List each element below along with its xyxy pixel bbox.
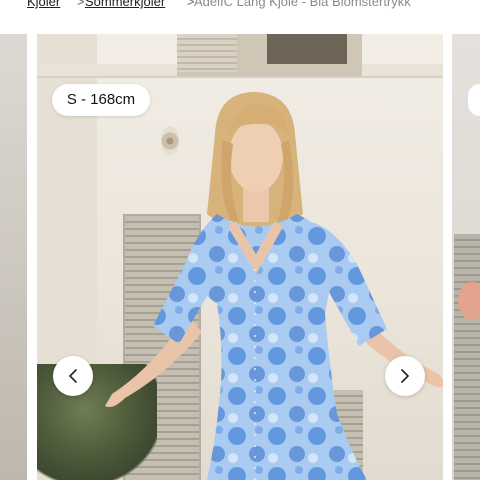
chevron-left-icon [69,369,77,383]
model-size-badge: S - 168cm [52,84,150,116]
breadcrumb-current: AdelIC Lang Kjole - Blå Blomstertrykk [194,0,411,9]
product-image-carousel[interactable]: S - 168cm [0,34,480,480]
breadcrumb: Kjoler > Sommerkjoler > AdelIC Lang Kjol… [0,0,480,14]
model-in-blue-dress [105,92,443,480]
chevron-right-icon [401,369,409,383]
previous-slide-peek[interactable] [0,34,27,480]
breadcrumb-separator: > [77,0,85,9]
carousel-next-button[interactable] [385,356,425,396]
next-slide-size-badge [468,84,480,116]
breadcrumb-link-summer-dresses[interactable]: Sommerkjoler [85,0,165,9]
breadcrumb-link-dresses[interactable]: Kjoler [27,0,60,9]
carousel-previous-button[interactable] [53,356,93,396]
